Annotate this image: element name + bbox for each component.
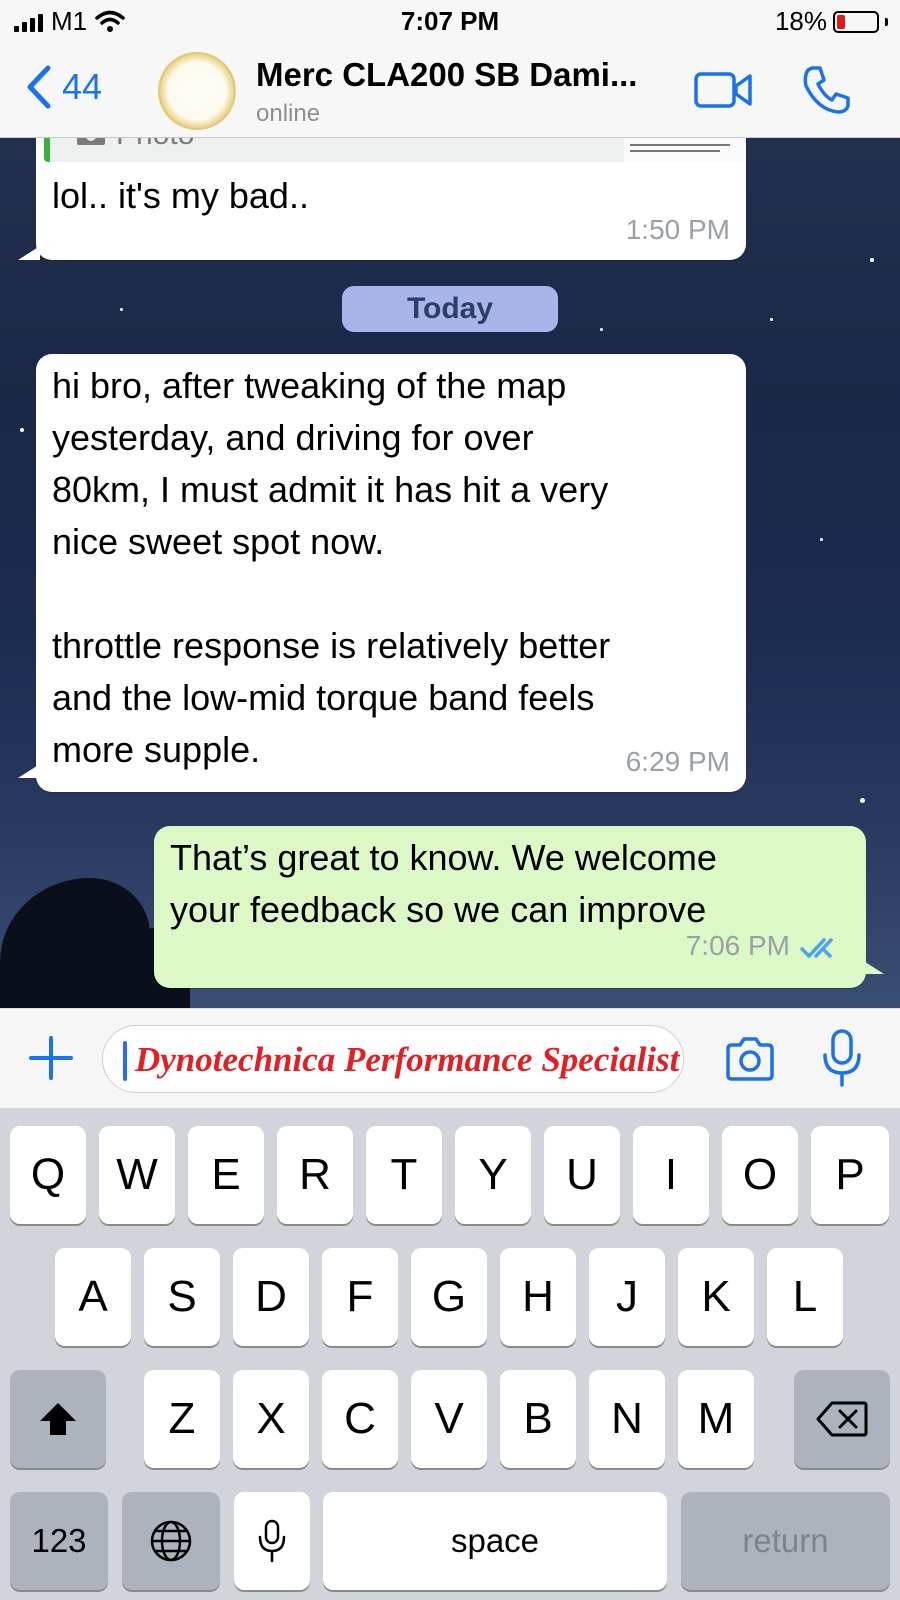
bubble-tail [18,246,40,260]
quote-type-label: Photo [116,138,194,152]
contact-name[interactable]: Merc CLA200 SB Dami... [256,56,666,94]
star-decoration [870,258,874,262]
key-k[interactable]: K [678,1248,754,1346]
key-r[interactable]: R [277,1126,353,1224]
globe-icon [150,1520,192,1562]
key-s[interactable]: S [144,1248,220,1346]
key-j[interactable]: J [589,1248,665,1346]
backspace-key[interactable] [794,1370,890,1468]
message-time: 6:29 PM [625,746,730,777]
message-input[interactable]: Dynotechnica Performance Specialist [102,1025,684,1093]
date-divider: Today [342,286,558,332]
message-time: 7:06 PM [685,930,790,961]
key-m[interactable]: M [678,1370,754,1468]
backspace-icon [816,1401,868,1437]
star-decoration [600,328,603,331]
chevron-left-icon [27,65,51,109]
quote-label: Photo [76,138,194,152]
contact-status: online [256,100,321,127]
photo-thumbnail [624,138,744,162]
microphone-icon[interactable] [820,1029,864,1089]
signal-icon [14,12,43,32]
wifi-icon [95,10,125,32]
camera-icon [77,138,105,145]
key-d[interactable]: D [233,1248,309,1346]
camera-icon[interactable] [724,1037,776,1081]
message-time: 1:50 PM [625,214,730,245]
star-decoration [770,318,773,321]
contact-avatar[interactable] [158,52,236,130]
message-text: That’s great to know. We welcome your fe… [170,837,717,930]
key-b[interactable]: B [500,1370,576,1468]
shift-key[interactable] [10,1370,106,1468]
key-h[interactable]: H [500,1248,576,1346]
key-u[interactable]: U [544,1126,620,1224]
star-decoration [860,798,865,803]
return-key[interactable]: return [681,1492,890,1590]
phone-call-icon[interactable] [800,64,852,116]
key-a[interactable]: A [55,1248,131,1346]
key-f[interactable]: F [322,1248,398,1346]
bubble-tail [18,764,40,778]
globe-key[interactable] [122,1492,220,1590]
status-bar: M1 7:07 PM 18% [0,0,900,44]
battery-group: 18% [775,6,888,37]
keyboard: Q W E R T Y U I O P A S D F G H J K L Z … [0,1108,900,1600]
key-p[interactable]: P [811,1126,889,1224]
carrier-group: M1 [14,6,125,37]
outgoing-message-bubble[interactable]: That’s great to know. We welcome your fe… [154,826,866,988]
microphone-icon [258,1519,286,1563]
typed-text: Dynotechnica Performance Specialist [135,1040,680,1079]
battery-percent: 18% [774,6,827,36]
message-text: hi bro, after tweaking of the map yester… [52,365,611,770]
reply-message-bubble[interactable]: Photo lol.. it's my bad.. 1:50 PM [36,138,746,260]
space-key[interactable]: space [323,1492,667,1590]
star-decoration [20,428,24,432]
incoming-message-bubble[interactable]: hi bro, after tweaking of the map yester… [36,354,746,792]
chat-header: 44 Merc CLA200 SB Dami... online [0,44,900,138]
back-button[interactable]: 44 [24,64,102,110]
shift-arrow-icon [40,1403,76,1435]
video-call-icon[interactable] [694,70,752,110]
numbers-key[interactable]: 123 [10,1492,108,1590]
key-x[interactable]: X [233,1370,309,1468]
star-decoration [120,308,123,311]
carrier-name: M1 [51,6,88,36]
key-w[interactable]: W [99,1126,175,1224]
key-c[interactable]: C [322,1370,398,1468]
key-i[interactable]: I [633,1126,709,1224]
key-o[interactable]: O [722,1126,798,1224]
unread-count: 44 [62,66,103,107]
battery-icon [833,10,879,33]
key-e[interactable]: E [188,1126,264,1224]
key-l[interactable]: L [767,1248,843,1346]
key-n[interactable]: N [589,1370,665,1468]
text-caret [123,1041,127,1081]
key-v[interactable]: V [411,1370,487,1468]
chat-area[interactable]: Photo lol.. it's my bad.. 1:50 PM Today … [0,138,900,1008]
message-text: lol.. it's my bad.. [52,175,309,216]
key-q[interactable]: Q [10,1126,86,1224]
message-input-bar: Dynotechnica Performance Specialist [0,1008,900,1108]
plus-icon[interactable] [28,1035,74,1081]
read-receipt-icon [800,938,833,958]
key-g[interactable]: G [411,1248,487,1346]
quoted-photo[interactable]: Photo [44,138,744,162]
key-z[interactable]: Z [144,1370,220,1468]
key-y[interactable]: Y [455,1126,531,1224]
bubble-tail [862,960,884,974]
dictation-key[interactable] [234,1492,310,1590]
status-time: 7:07 PM [400,6,500,36]
key-t[interactable]: T [366,1126,442,1224]
star-decoration [820,538,823,541]
